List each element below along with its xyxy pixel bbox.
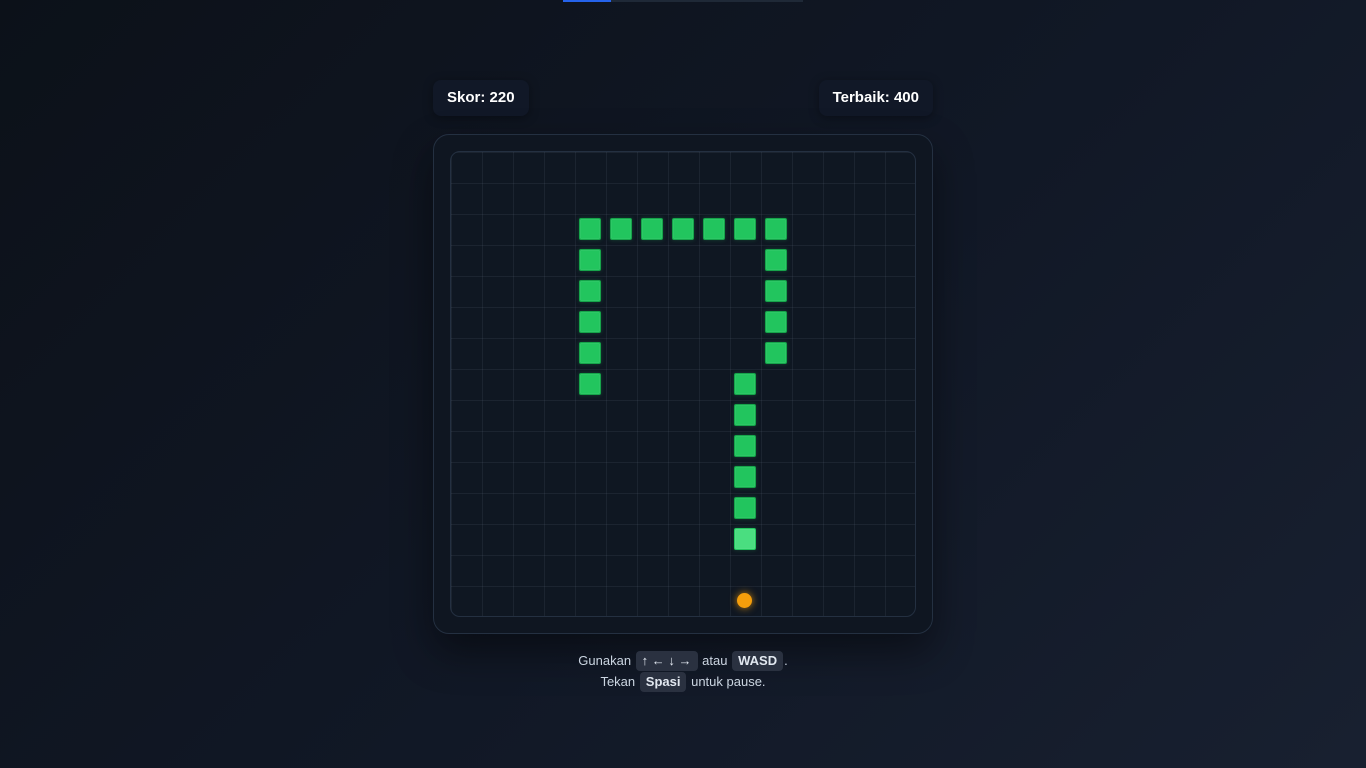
snake-segment [578, 217, 601, 240]
snake-segment [764, 248, 787, 271]
snake-segment [578, 279, 601, 302]
snake-segment [609, 217, 632, 240]
instructions-press: Tekan [600, 674, 636, 689]
wasd-keys-hint: WASD [732, 651, 784, 671]
snake-segment [764, 217, 787, 240]
snake-segment [733, 372, 756, 395]
snake-segment [733, 217, 756, 240]
snake-segment [640, 217, 663, 240]
instructions-line-2: Tekan Spasi untuk pause. [433, 671, 933, 692]
snake-segment [671, 217, 694, 240]
game-board[interactable] [450, 151, 916, 617]
snake-segment [733, 403, 756, 426]
snake-segment [733, 434, 756, 457]
food-item [737, 593, 752, 608]
score-display: Skor: 220 [433, 80, 529, 116]
snake-segment [733, 496, 756, 519]
snake-segment [578, 248, 601, 271]
snake-segment [764, 279, 787, 302]
best-score-display: Terbaik: 400 [818, 80, 933, 116]
instructions: Gunakan ↑ ← ↓ → atau WASD. Tekan Spasi u… [433, 650, 933, 692]
snake-segment [733, 465, 756, 488]
progress-bar-fill [563, 0, 611, 2]
arrow-keys-hint: ↑ ← ↓ → [635, 651, 698, 671]
snake-segment [578, 310, 601, 333]
space-key-hint: Spasi [639, 672, 687, 692]
snake-segment [764, 310, 787, 333]
snake-segment [578, 341, 601, 364]
snake-segment [764, 341, 787, 364]
instructions-pause: untuk pause. [691, 674, 766, 689]
instructions-prefix: Gunakan [578, 653, 632, 668]
snake-head [733, 527, 756, 550]
instructions-or: atau [702, 653, 728, 668]
snake-segment [578, 372, 601, 395]
instructions-line-1: Gunakan ↑ ← ↓ → atau WASD. [433, 650, 933, 671]
snake-segment [702, 217, 725, 240]
progress-bar [563, 0, 803, 2]
instructions-period: . [784, 653, 788, 668]
